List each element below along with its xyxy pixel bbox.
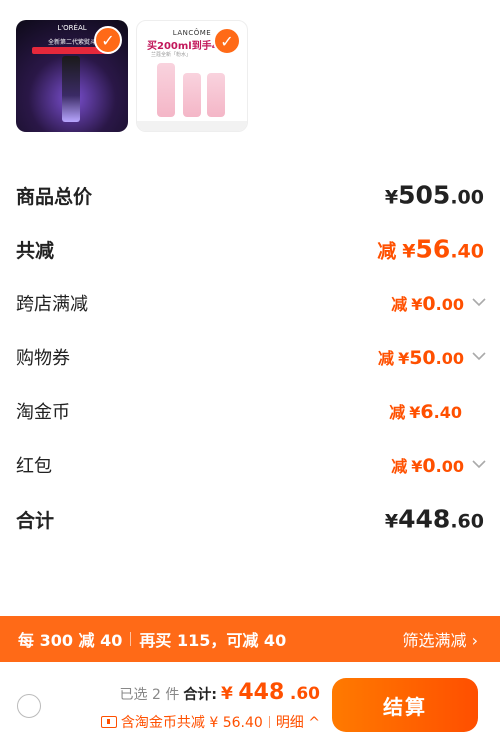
row-grand-total: 合计 ¥ 448 .60 (16, 492, 484, 546)
select-all-radio[interactable] (17, 694, 41, 718)
amount-dec: .60 (289, 684, 320, 704)
discount-prefix: 减 (391, 295, 408, 314)
row-coupon[interactable]: 购物券 减 ¥ 50 .00 (16, 330, 486, 384)
amount-int: 0 (422, 455, 436, 477)
chevron-down-icon[interactable] (472, 350, 486, 362)
discount-prefix: 减 (389, 403, 406, 422)
row-value: 减 ¥ 0 .00 (391, 453, 486, 477)
product-thumbnail-lancome[interactable]: LANCÔME 买200ml到手4 兰蔻全新「粉水」 ✓ (136, 20, 248, 132)
selected-products: L'ORÉAL 全新第二代紫熨斗 ✓ LANCÔME 买200ml到手4 兰蔻全… (16, 20, 248, 132)
amount-int: 56 (415, 234, 451, 264)
discount-prefix: 减 (377, 240, 397, 263)
amount-int: 0 (422, 293, 436, 315)
selected-count: 已选 2 件 (119, 687, 180, 703)
thumb-base (137, 121, 247, 131)
thumb-promo: 买200ml到手4 (147, 41, 219, 52)
checkout-summary: 已选 2 件 合计: ¥ 448 .60 (120, 680, 320, 705)
price-summary: 商品总价 ¥ 505 .00 共减 减 ¥ 56 .40 跨店满减 减 ¥ 0 … (16, 168, 486, 546)
amount-dec: .40 (433, 403, 462, 422)
currency: ¥ (411, 457, 423, 476)
discount-promo-bar: 每 300 减 40 再买 115，可减 40 筛选满减 › (0, 616, 500, 662)
coupon-icon (100, 716, 117, 728)
currency: ¥ (409, 403, 421, 422)
discount-prefix: 减 (391, 457, 408, 476)
amount-int: 50 (409, 347, 436, 369)
selected-check-icon[interactable]: ✓ (213, 27, 241, 55)
promo-rule: 每 300 减 40 (18, 631, 123, 650)
total-amount: ¥ 448 .60 (221, 680, 320, 705)
selected-check-icon[interactable]: ✓ (94, 26, 122, 54)
amount-int: 505 (398, 180, 451, 210)
row-value: 减 ¥ 6 .40 (389, 399, 462, 423)
row-value: 减 ¥ 56 .40 (377, 235, 484, 264)
checkout-button[interactable]: 结算 (332, 678, 478, 732)
row-value: 减 ¥ 0 .00 (391, 291, 486, 315)
amount-int: 6 (420, 401, 434, 423)
chevron-down-icon[interactable] (472, 458, 486, 470)
row-label: 跨店满减 (16, 294, 88, 315)
row-goods-total: 商品总价 ¥ 505 .00 (16, 168, 484, 222)
detail-toggle[interactable]: 明细 ^ (276, 712, 320, 732)
currency: ¥ (220, 684, 233, 704)
product-bottle (157, 63, 175, 117)
row-label: 共减 (16, 239, 55, 262)
discount-prefix: 减 (378, 349, 395, 368)
currency: ¥ (398, 349, 410, 368)
amount-dec: .00 (435, 349, 464, 368)
row-label: 商品总价 (16, 185, 93, 208)
amount-dec: .00 (435, 295, 464, 314)
filter-discount-link[interactable]: 筛选满减 › (402, 627, 478, 651)
total-label: 合计: (183, 687, 217, 703)
row-label: 购物券 (16, 348, 70, 369)
amount-dec: .60 (450, 510, 484, 533)
currency: ¥ (384, 510, 399, 533)
amount-dec: .00 (435, 457, 464, 476)
amount-int: 448 (238, 680, 285, 705)
currency: ¥ (411, 295, 423, 314)
thumb-subtitle: 兰蔻全新「粉水」 (151, 52, 192, 58)
coin-note-text: 含淘金币共减 ¥ 56.40 (120, 715, 263, 731)
divider (268, 716, 270, 728)
row-value: ¥ 448 .60 (385, 505, 484, 534)
row-total-discount: 共减 减 ¥ 56 .40 (16, 222, 484, 276)
row-label: 红包 (16, 456, 52, 477)
promo-hint: 再买 115，可减 40 (139, 631, 287, 650)
row-label: 合计 (16, 509, 55, 532)
amount-int: 448 (398, 504, 451, 534)
chevron-down-icon[interactable] (472, 296, 486, 308)
row-red-packet[interactable]: 红包 减 ¥ 0 .00 (16, 438, 486, 492)
coin-discount-note: 含淘金币共减 ¥ 56.40 明细 ^ (100, 712, 320, 732)
row-label: 淘金币 (16, 402, 70, 423)
row-value: ¥ 505 .00 (385, 181, 484, 210)
product-thumbnail-loreal[interactable]: L'ORÉAL 全新第二代紫熨斗 ✓ (16, 20, 128, 132)
checkout-bar: 已选 2 件 合计: ¥ 448 .60 含淘金币共减 ¥ 56.40 明细 ^… (0, 662, 500, 748)
product-bottle (183, 73, 201, 117)
currency: ¥ (384, 186, 399, 209)
amount-dec: .40 (450, 240, 484, 263)
row-taobao-coins: 淘金币 减 ¥ 6 .40 (16, 384, 484, 438)
chevron-right-icon: › (471, 631, 478, 650)
amount-dec: .00 (450, 186, 484, 209)
currency: ¥ (402, 240, 416, 263)
divider (130, 632, 132, 646)
filter-label: 筛选满减 (402, 631, 467, 650)
product-bottle (207, 73, 225, 117)
product-bottle (62, 56, 80, 122)
row-cross-store[interactable]: 跨店满减 减 ¥ 0 .00 (16, 276, 486, 330)
row-value: 减 ¥ 50 .00 (378, 345, 486, 369)
